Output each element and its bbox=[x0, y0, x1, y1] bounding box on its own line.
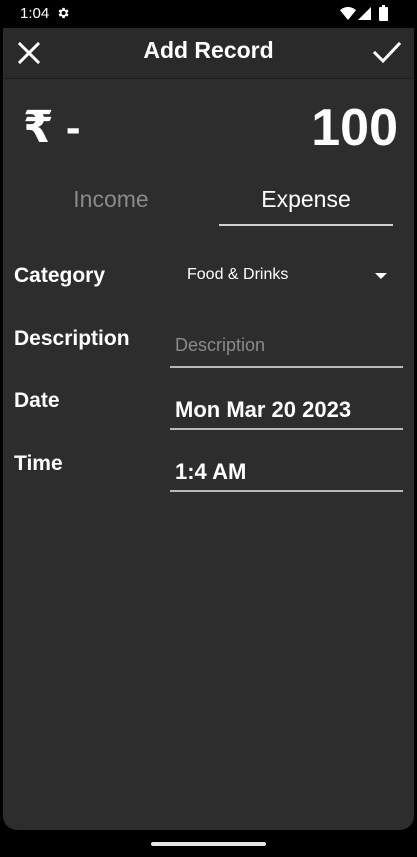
check-icon bbox=[373, 41, 401, 64]
phone-screen: 1:04 Add Record ₹ - 100 Income Expense C… bbox=[0, 0, 417, 857]
description-label: Description bbox=[14, 327, 130, 350]
category-dropdown[interactable]: Food & Drinks bbox=[171, 256, 393, 296]
description-input[interactable] bbox=[170, 324, 403, 368]
time-field[interactable]: 1:4 AM bbox=[170, 448, 403, 492]
dropdown-arrow-icon bbox=[375, 273, 387, 279]
tab-expense[interactable]: Expense bbox=[219, 186, 393, 226]
date-value: Mon Mar 20 2023 bbox=[175, 397, 352, 422]
category-value: Food & Drinks bbox=[187, 266, 289, 283]
time-value: 1:4 AM bbox=[175, 459, 247, 484]
toolbar: Add Record bbox=[3, 28, 414, 79]
status-time: 1:04 bbox=[20, 5, 50, 22]
add-record-screen: Add Record ₹ - 100 Income Expense Catego… bbox=[3, 28, 414, 830]
date-field[interactable]: Mon Mar 20 2023 bbox=[170, 386, 403, 430]
gesture-nav-handle[interactable] bbox=[151, 842, 266, 846]
page-title: Add Record bbox=[143, 37, 274, 63]
tab-income[interactable]: Income bbox=[27, 186, 195, 226]
amount-value[interactable]: 100 bbox=[311, 98, 398, 158]
wifi-icon bbox=[340, 7, 356, 20]
time-label: Time bbox=[14, 452, 63, 475]
date-label: Date bbox=[14, 389, 60, 412]
status-bar: 1:04 bbox=[0, 0, 417, 28]
signal-icon bbox=[358, 7, 371, 20]
save-button[interactable] bbox=[371, 38, 403, 68]
currency-sign: ₹ - bbox=[23, 103, 81, 152]
settings-gear-icon bbox=[58, 7, 69, 19]
battery-icon bbox=[379, 5, 388, 21]
category-label: Category bbox=[14, 264, 106, 287]
tab-expense-indicator bbox=[219, 224, 393, 226]
